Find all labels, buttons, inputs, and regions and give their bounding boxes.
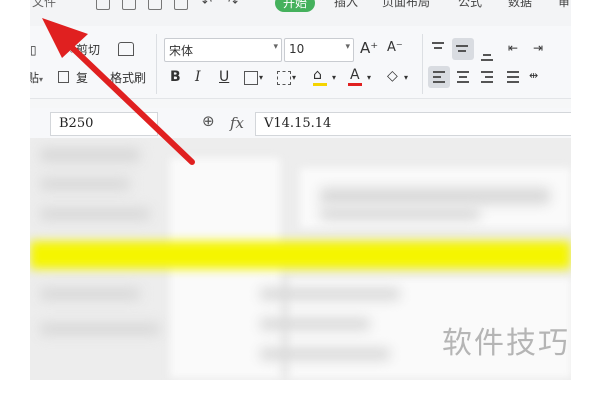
arrow-shaft (59, 35, 195, 165)
annotation-arrow-icon (42, 18, 195, 165)
arrow-head (42, 18, 88, 58)
